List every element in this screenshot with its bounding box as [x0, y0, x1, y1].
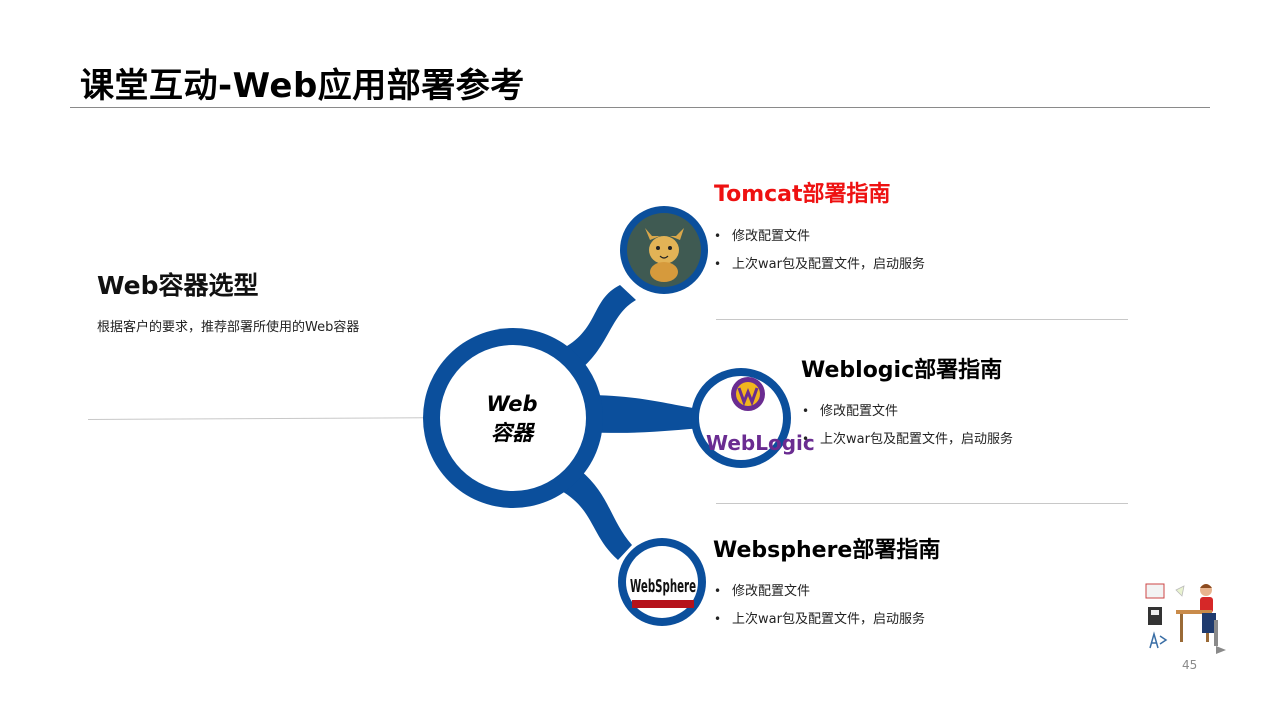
list-item: • 上次war包及配置文件，启动服务: [802, 425, 1013, 453]
list-item: • 修改配置文件: [714, 222, 925, 250]
page-title: 课堂互动-Web应用部署参考: [80, 66, 525, 106]
list-item: • 修改配置文件: [802, 397, 1013, 425]
student-at-desk-clipart-icon: [1145, 583, 1226, 654]
weblogic-logo-text: WebLogic: [706, 431, 815, 455]
websphere-bullet-list: • 修改配置文件 • 上次war包及配置文件，启动服务: [714, 577, 925, 633]
weblogic-logo-icon: WebLogic: [699, 376, 815, 460]
left-divider: [87, 417, 424, 420]
list-item: • 上次war包及配置文件，启动服务: [714, 605, 925, 633]
list-item: • 修改配置文件: [714, 577, 925, 605]
left-heading: Web容器选型: [97, 271, 259, 300]
tomcat-logo-icon: [627, 213, 701, 287]
title-divider: [70, 107, 1210, 108]
websphere-logo-text: WebSphere: [630, 576, 696, 597]
tomcat-bullet-list: • 修改配置文件 • 上次war包及配置文件，启动服务: [714, 222, 925, 278]
bullet-icon: •: [802, 404, 810, 418]
list-item: • 上次war包及配置文件，启动服务: [714, 250, 925, 278]
tomcat-section-title: Tomcat部署指南: [714, 182, 891, 207]
section-divider: [716, 319, 1128, 320]
weblogic-bullet-list: • 修改配置文件 • 上次war包及配置文件，启动服务: [802, 397, 1013, 453]
bullet-icon: •: [714, 584, 722, 598]
center-label-line2: 容器: [491, 421, 533, 445]
websphere-section-title: Websphere部署指南: [713, 538, 941, 563]
weblogic-section-title: Weblogic部署指南: [801, 358, 1003, 383]
bullet-icon: •: [714, 612, 722, 626]
websphere-logo-icon: WebSphere: [626, 546, 698, 618]
bullet-icon: •: [714, 229, 722, 243]
section-divider: [716, 503, 1128, 504]
bullet-icon: •: [714, 257, 722, 271]
page-number: 45: [1182, 658, 1198, 672]
center-label: Web 容器: [462, 390, 562, 448]
bullet-icon: •: [802, 432, 810, 446]
web-container-diagram: WebLogic WebSphere: [423, 206, 815, 626]
center-label-line1: Web: [486, 392, 538, 416]
left-description: 根据客户的要求，推荐部署所使用的Web容器: [97, 320, 360, 335]
